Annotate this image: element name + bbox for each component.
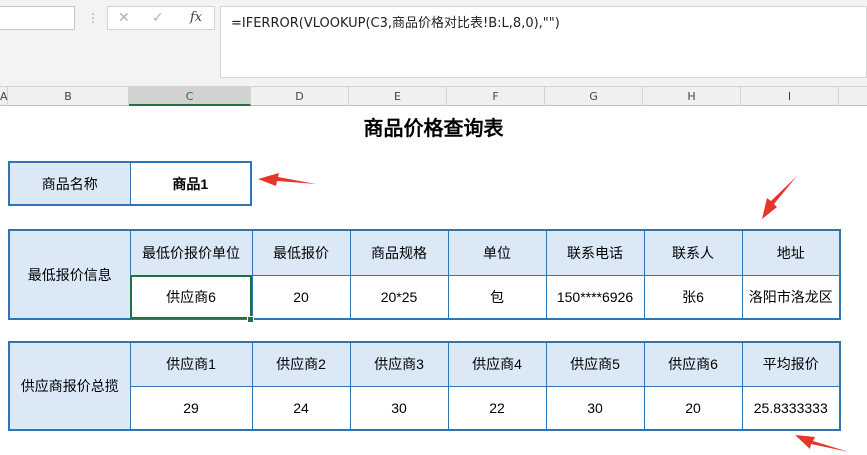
value-cell[interactable]: 包 <box>447 274 547 320</box>
header-cell[interactable]: 商品规格 <box>349 229 449 276</box>
supplier-summary-label[interactable]: 供应商报价总揽 <box>8 341 131 431</box>
column-header-d[interactable]: D <box>251 87 349 106</box>
value-cell[interactable]: 30 <box>545 385 645 431</box>
header-cell[interactable]: 平均报价 <box>741 341 841 387</box>
header-cell[interactable]: 供应商6 <box>643 341 743 387</box>
header-cell[interactable]: 地址 <box>741 229 841 276</box>
header-cell[interactable]: 供应商4 <box>447 341 547 387</box>
header-cell[interactable]: 联系人 <box>643 229 743 276</box>
lowest-price-label[interactable]: 最低报价信息 <box>8 229 131 320</box>
header-cell[interactable]: 供应商1 <box>129 341 253 387</box>
header-cell[interactable]: 供应商2 <box>251 341 351 387</box>
value-cell[interactable]: 25.8333333 <box>741 385 841 431</box>
value-cell[interactable]: 20 <box>643 385 743 431</box>
column-header-c[interactable]: C <box>129 87 251 106</box>
header-cell[interactable]: 单位 <box>447 229 547 276</box>
value-cell[interactable]: 洛阳市洛龙区 <box>741 274 841 320</box>
column-headers: A B C D E F G H I <box>0 86 867 106</box>
formula-buttons: ✕ ✓ fx <box>107 6 215 30</box>
column-header-g[interactable]: G <box>545 87 643 106</box>
lowest-price-table: 最低报价信息 最低价报价单位 最低报价 商品规格 单位 联系电话 联系人 地址 … <box>8 229 841 320</box>
formula-input[interactable]: =IFERROR(VLOOKUP(C3,商品价格对比表!B:L,8,0),"") <box>220 6 867 78</box>
column-header-h[interactable]: H <box>643 87 741 106</box>
value-cell[interactable]: 24 <box>251 385 351 431</box>
column-header-a[interactable]: A <box>0 87 8 106</box>
arrow-address-icon <box>762 176 797 219</box>
header-cell[interactable]: 联系电话 <box>545 229 645 276</box>
column-header-b[interactable]: B <box>8 87 129 106</box>
header-cell[interactable]: 供应商5 <box>545 341 645 387</box>
value-cell[interactable]: 张6 <box>643 274 743 320</box>
selected-cell-c5[interactable]: 供应商6 <box>129 274 253 320</box>
drag-handle-icon[interactable]: ⋮ <box>87 8 99 28</box>
product-name-input[interactable]: 商品1 <box>129 161 252 206</box>
column-header-f[interactable]: F <box>447 87 545 106</box>
arrow-average-icon <box>795 435 849 452</box>
value-cell[interactable]: 20 <box>251 274 351 320</box>
value-cell[interactable]: 150****6926 <box>545 274 645 320</box>
cancel-icon[interactable]: ✕ <box>118 8 130 28</box>
header-cell[interactable]: 最低报价 <box>251 229 351 276</box>
name-box[interactable] <box>0 6 75 30</box>
header-cell[interactable]: 最低价报价单位 <box>129 229 253 276</box>
arrow-product-icon <box>258 173 316 186</box>
value-cell[interactable]: 30 <box>349 385 449 431</box>
formula-bar: ⋮ ✕ ✓ fx =IFERROR(VLOOKUP(C3,商品价格对比表!B:L… <box>0 0 867 86</box>
column-header-e[interactable]: E <box>349 87 447 106</box>
column-header-i[interactable]: I <box>741 87 839 106</box>
value-cell[interactable]: 29 <box>129 385 253 431</box>
fill-handle[interactable] <box>247 316 254 323</box>
product-name-label[interactable]: 商品名称 <box>8 161 131 206</box>
value-cell[interactable]: 22 <box>447 385 547 431</box>
enter-icon[interactable]: ✓ <box>152 8 164 28</box>
supplier-summary-table: 供应商报价总揽 供应商1 供应商2 供应商3 供应商4 供应商5 供应商6 平均… <box>8 341 841 431</box>
insert-function-icon[interactable]: fx <box>190 8 202 28</box>
header-cell[interactable]: 供应商3 <box>349 341 449 387</box>
sheet-title: 商品价格查询表 <box>363 116 504 140</box>
product-name-table: 商品名称 商品1 <box>8 161 252 206</box>
value-cell[interactable]: 20*25 <box>349 274 449 320</box>
